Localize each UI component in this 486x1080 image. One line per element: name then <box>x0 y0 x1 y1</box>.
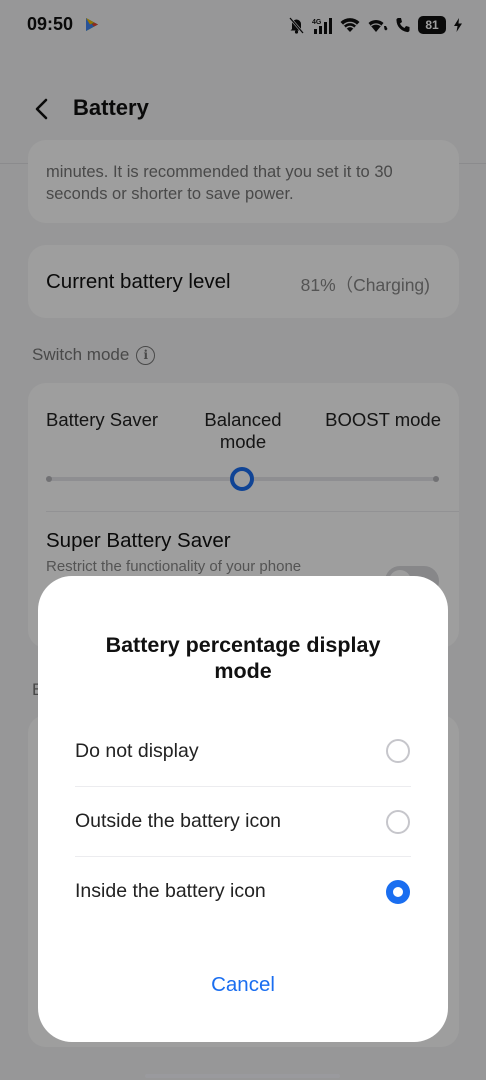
option-do-not-display[interactable]: Do not display <box>75 716 411 786</box>
option-label: Outside the battery icon <box>75 810 281 832</box>
radio-button[interactable] <box>386 739 410 763</box>
option-label: Do not display <box>75 739 199 762</box>
option-outside-battery-icon[interactable]: Outside the battery icon <box>75 786 411 856</box>
radio-button-selected[interactable] <box>386 879 410 904</box>
option-inside-battery-icon[interactable]: Inside the battery icon <box>75 856 411 926</box>
cancel-button[interactable]: Cancel <box>38 973 448 997</box>
option-label: Inside the battery icon <box>75 880 266 902</box>
battery-percentage-dialog: Battery percentage display mode Do not d… <box>38 576 448 1042</box>
radio-button[interactable] <box>386 809 410 834</box>
home-indicator[interactable] <box>145 1074 340 1078</box>
dialog-title: Battery percentage display mode <box>105 633 381 683</box>
